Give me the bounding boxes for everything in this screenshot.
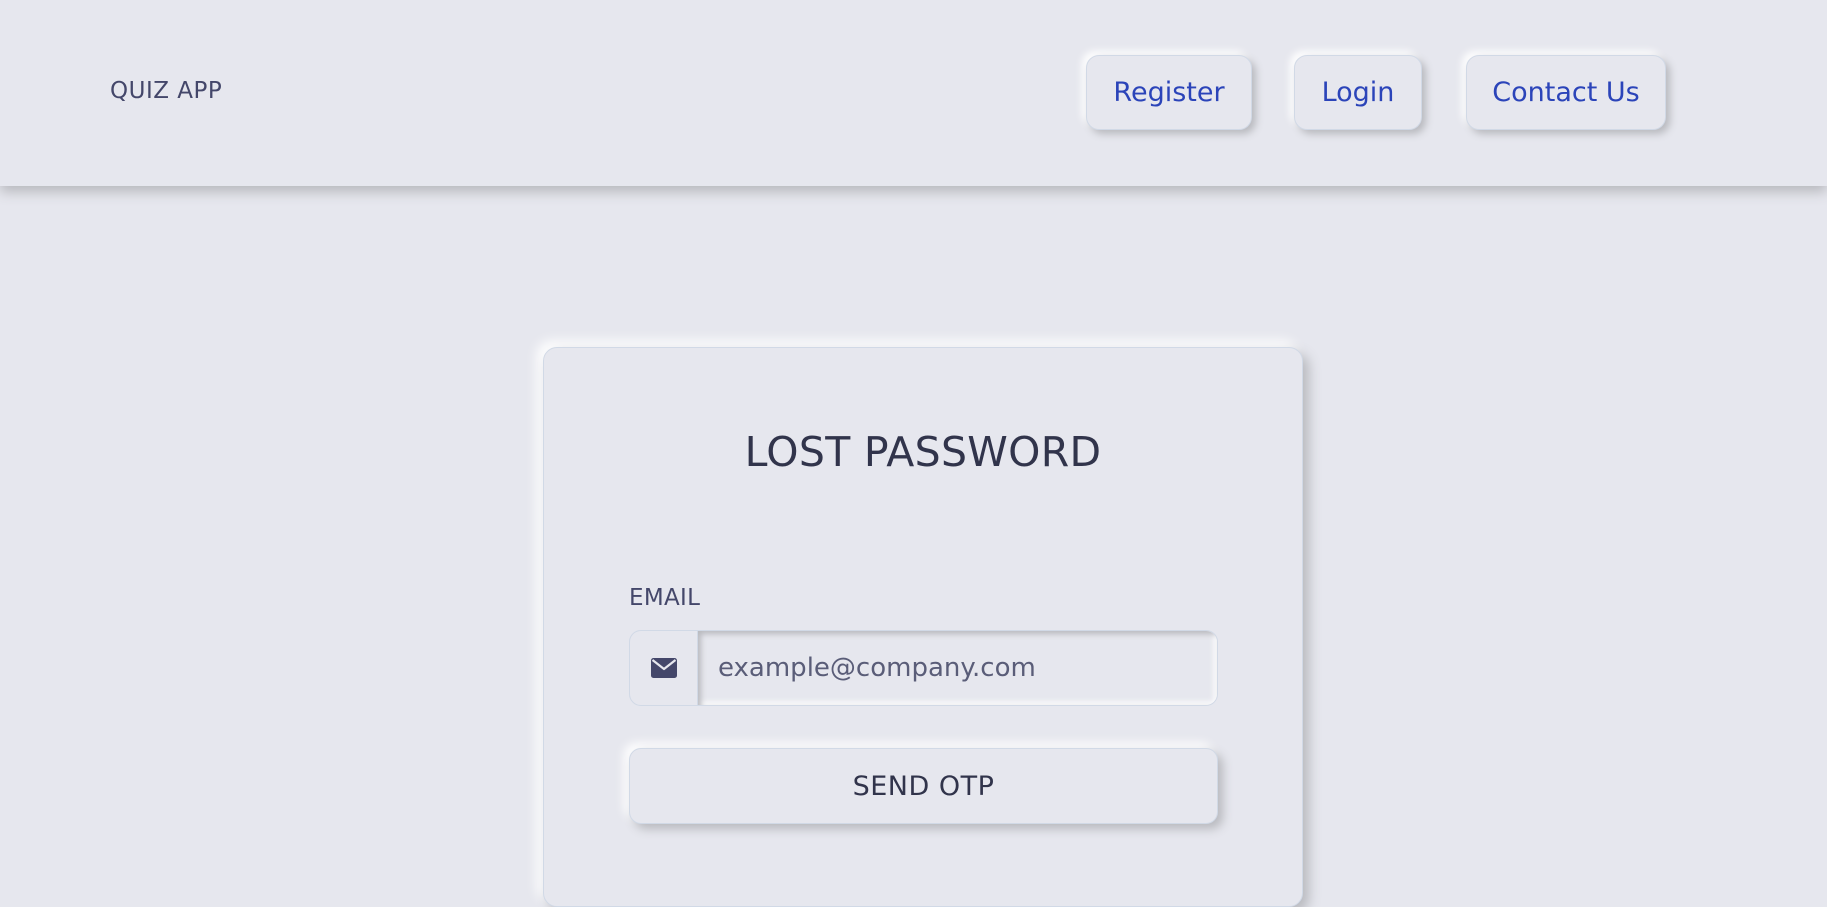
- top-navbar: QUIZ APP Register Login Contact Us: [0, 0, 1827, 186]
- email-field[interactable]: [698, 631, 1217, 705]
- send-otp-button[interactable]: SEND OTP: [629, 748, 1218, 824]
- login-button[interactable]: Login: [1294, 55, 1422, 130]
- page-title: LOST PASSWORD: [744, 428, 1102, 476]
- lost-password-card: LOST PASSWORD EMAIL SEND OTP: [543, 347, 1303, 907]
- brand-logo-text[interactable]: QUIZ APP: [110, 78, 222, 104]
- register-button[interactable]: Register: [1086, 55, 1252, 130]
- contact-us-button[interactable]: Contact Us: [1466, 55, 1666, 130]
- email-input-group: [629, 630, 1218, 706]
- email-label: EMAIL: [629, 585, 701, 611]
- envelope-icon: [630, 631, 698, 705]
